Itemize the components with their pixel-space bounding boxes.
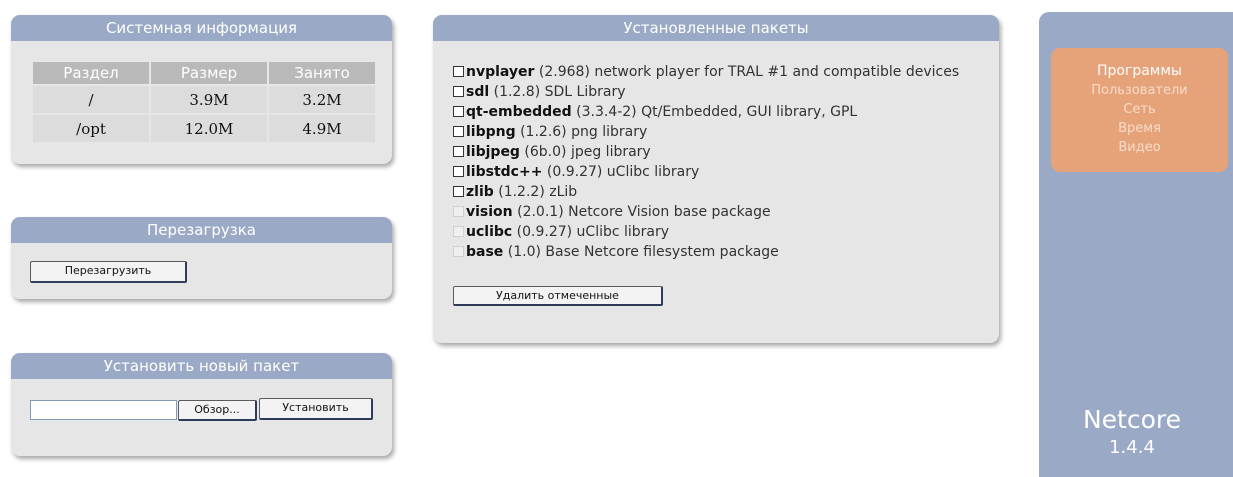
- package-checkbox[interactable]: [453, 66, 464, 77]
- package-checkbox[interactable]: [453, 86, 464, 97]
- package-description: png library: [571, 124, 648, 140]
- table-row: / 3.9M 3.2M: [33, 86, 375, 113]
- package-version: (3.3.4-2): [576, 104, 637, 120]
- package-version: (6b.0): [524, 144, 567, 160]
- system-info-panel: Системная информация Раздел Размер Занят…: [11, 15, 392, 164]
- install-button[interactable]: Установить: [259, 398, 373, 420]
- package-version: (1.2.8): [493, 84, 541, 100]
- brand-version: 1.4.4: [1109, 437, 1155, 458]
- table-row: /opt 12.0M 4.9M: [33, 115, 375, 142]
- system-info-title: Системная информация: [11, 15, 392, 41]
- nav-item-programs[interactable]: Программы: [1051, 62, 1228, 81]
- brand-name: Netcore: [1082, 405, 1182, 434]
- nav-item-users[interactable]: Пользователи: [1051, 81, 1228, 100]
- package-description: SDL Library: [544, 84, 626, 100]
- partition-cell: /: [33, 86, 149, 113]
- package-version: (1.2.2): [498, 184, 545, 200]
- browse-button[interactable]: Обзор...: [178, 400, 257, 421]
- table-header-row: Раздел Размер Занято: [33, 62, 375, 84]
- package-name: libstdc++: [466, 164, 543, 180]
- package-description: network player for TRAL #1 and compatibl…: [594, 64, 960, 80]
- package-description: Qt/Embedded, GUI library, GPL: [641, 104, 858, 120]
- reboot-button[interactable]: Перезагрузить: [30, 261, 187, 283]
- package-list: nvplayer (2.968) network player for TRAL…: [453, 62, 973, 262]
- used-cell: 3.2M: [269, 86, 375, 113]
- package-item: uclibc (0.9.27) uClibc library: [453, 222, 973, 242]
- package-checkbox[interactable]: [453, 146, 464, 157]
- package-name: qt-embedded: [466, 104, 572, 120]
- reboot-title: Перезагрузка: [11, 217, 392, 243]
- package-name: libpng: [466, 124, 516, 140]
- package-checkbox[interactable]: [453, 186, 464, 197]
- package-description: uClibc library: [576, 224, 670, 240]
- package-version: (1.0): [507, 244, 541, 260]
- package-version: (0.9.27): [546, 164, 603, 180]
- package-item: nvplayer (2.968) network player for TRAL…: [453, 62, 973, 82]
- package-name: base: [466, 244, 504, 260]
- nav-item-time[interactable]: Время: [1051, 119, 1228, 138]
- package-item: libjpeg (6b.0) jpeg library: [453, 142, 973, 162]
- column-header-size: Размер: [151, 62, 267, 84]
- package-checkbox[interactable]: [453, 126, 464, 137]
- package-description: zLib: [549, 184, 578, 200]
- size-cell: 3.9M: [151, 86, 267, 113]
- nav-item-network[interactable]: Сеть: [1051, 100, 1228, 119]
- package-name: vision: [466, 204, 513, 220]
- package-item: libstdc++ (0.9.27) uClibc library: [453, 162, 973, 182]
- partition-cell: /opt: [33, 115, 149, 142]
- installed-packages-title: Установленные пакеты: [433, 15, 999, 41]
- nav-item-video[interactable]: Видео: [1051, 138, 1228, 157]
- package-file-input[interactable]: [30, 400, 177, 420]
- package-item: vision (2.0.1) Netcore Vision base packa…: [453, 202, 973, 222]
- package-description: Netcore Vision base package: [568, 204, 771, 220]
- brand: Netcore 1.4.4: [1039, 404, 1225, 460]
- size-cell: 12.0M: [151, 115, 267, 142]
- package-name: libjpeg: [466, 144, 520, 160]
- nav-menu: Программы Пользователи Сеть Время Видео: [1051, 48, 1228, 172]
- package-name: uclibc: [466, 224, 513, 240]
- package-checkbox[interactable]: [453, 106, 464, 117]
- column-header-used: Занято: [269, 62, 375, 84]
- package-version: (1.2.6): [520, 124, 567, 140]
- package-checkbox[interactable]: [453, 166, 464, 177]
- package-version: (0.9.27): [516, 224, 573, 240]
- sidebar: Программы Пользователи Сеть Время Видео …: [1039, 12, 1233, 477]
- package-item: libpng (1.2.6) png library: [453, 122, 973, 142]
- package-description: uClibc library: [606, 164, 700, 180]
- column-header-partition: Раздел: [33, 62, 149, 84]
- package-name: nvplayer: [466, 64, 535, 80]
- package-version: (2.0.1): [517, 204, 564, 220]
- package-checkbox: [453, 226, 464, 237]
- delete-selected-button[interactable]: Удалить отмеченные: [453, 286, 663, 306]
- installed-packages-panel: Установленные пакеты nvplayer (2.968) ne…: [433, 15, 999, 343]
- reboot-panel: Перезагрузка Перезагрузить: [11, 217, 392, 299]
- package-name: sdl: [466, 84, 490, 100]
- package-checkbox: [453, 246, 464, 257]
- package-description: jpeg library: [570, 144, 651, 160]
- install-package-title: Установить новый пакет: [11, 353, 392, 379]
- package-item: base (1.0) Base Netcore filesystem packa…: [453, 242, 973, 262]
- used-cell: 4.9M: [269, 115, 375, 142]
- package-item: sdl (1.2.8) SDL Library: [453, 82, 973, 102]
- package-name: zlib: [466, 184, 494, 200]
- install-package-panel: Установить новый пакет Обзор... Установи…: [11, 353, 392, 456]
- package-checkbox: [453, 206, 464, 217]
- package-version: (2.968): [538, 64, 590, 80]
- package-item: qt-embedded (3.3.4-2) Qt/Embedded, GUI l…: [453, 102, 973, 122]
- package-description: Base Netcore filesystem package: [545, 244, 779, 260]
- partitions-table: Раздел Размер Занято / 3.9M 3.2M /opt 12…: [31, 60, 377, 144]
- package-item: zlib (1.2.2) zLib: [453, 182, 973, 202]
